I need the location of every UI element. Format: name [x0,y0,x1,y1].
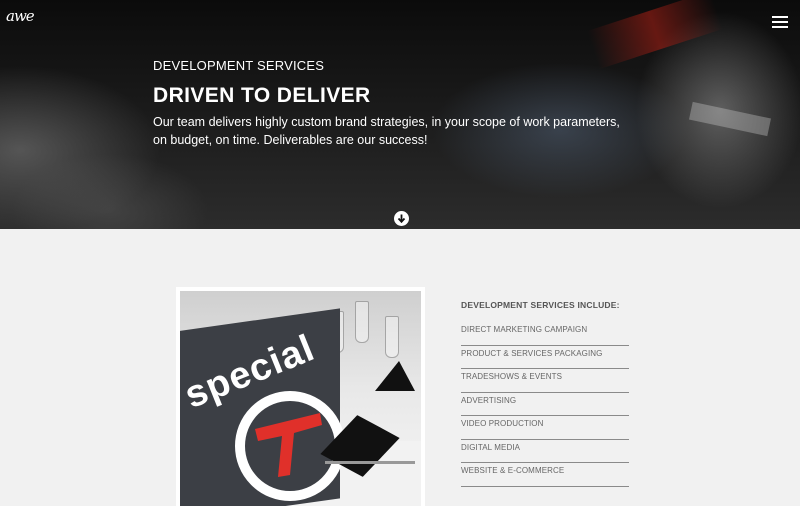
service-item-website-ecommerce[interactable]: WEBSITE & E-COMMERCE [461,463,629,487]
arrow-down-circle-icon[interactable] [394,211,409,226]
hero-background-accent [689,101,771,137]
service-item-direct-marketing[interactable]: DIRECT MARKETING CAMPAIGN [461,322,629,346]
awe-logo-icon[interactable]: awe [6,5,36,29]
hero-headline: DRIVEN TO DELIVER [153,84,371,107]
hero-banner: awe DEVELOPMENT SERVICES DRIVEN TO DELIV… [0,0,800,229]
napkin-shape [375,361,415,391]
service-item-video-production[interactable]: VIDEO PRODUCTION [461,416,629,440]
fork-shape [325,461,415,464]
featured-photo: special [180,291,421,506]
glass-icon [385,316,399,358]
hero-description: Our team delivers highly custom brand st… [153,115,620,147]
service-item-advertising[interactable]: ADVERTISING [461,393,629,416]
hamburger-menu-icon[interactable] [772,16,788,28]
hero-background-accent [587,0,723,70]
services-list: DIRECT MARKETING CAMPAIGN PRODUCT & SERV… [461,322,629,487]
featured-photo-frame: special [176,287,425,506]
glass-icon [355,301,369,343]
service-item-tradeshows[interactable]: TRADESHOWS & EVENTS [461,369,629,393]
service-item-packaging[interactable]: PRODUCT & SERVICES PACKAGING [461,346,629,369]
service-item-digital-media[interactable]: DIGITAL MEDIA [461,440,629,463]
services-heading: DEVELOPMENT SERVICES INCLUDE: [461,300,620,310]
card-t-icon [255,413,322,477]
services-list-section: DEVELOPMENT SERVICES INCLUDE: DIRECT MAR… [461,298,629,487]
hero-eyebrow: DEVELOPMENT SERVICES [153,58,325,73]
